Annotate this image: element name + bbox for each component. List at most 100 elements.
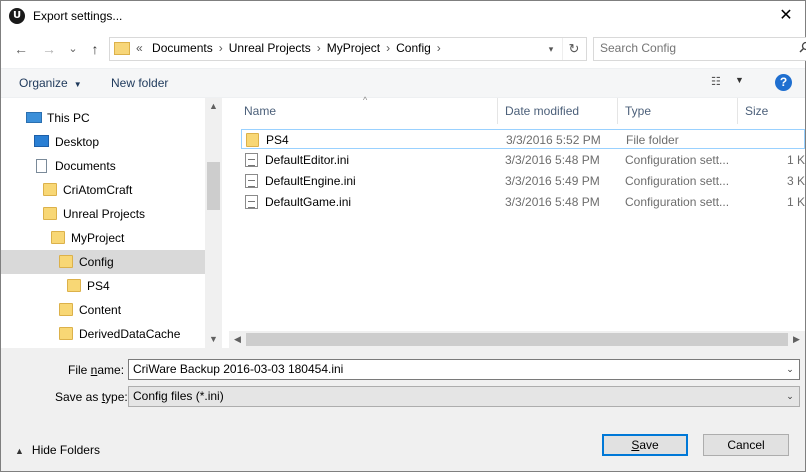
up-button[interactable]: ↑ (85, 39, 105, 59)
search-input[interactable] (600, 41, 780, 55)
navigation-pane-scrollbar[interactable]: ▲ ▼ (205, 98, 222, 348)
file-name-field[interactable] (133, 362, 773, 376)
file-name-combobox[interactable]: ⌄ (128, 359, 800, 380)
file-size: 1 KB (787, 153, 806, 167)
breadcrumb-unreal-projects[interactable]: Unreal Projects (229, 41, 311, 55)
file-name: DefaultEngine.ini (265, 174, 356, 188)
export-settings-dialog: U Export settings... ✕ ← → ⌄ ↑ « Documen… (0, 0, 806, 472)
column-divider[interactable] (737, 98, 738, 124)
scroll-right-icon[interactable]: ▶ (788, 331, 805, 348)
file-name: PS4 (266, 133, 289, 147)
nav-item-content[interactable]: Content (1, 298, 205, 322)
save-as-type-label: Save as type: (55, 390, 128, 404)
refresh-button[interactable]: ↻ (562, 38, 585, 60)
organize-button[interactable]: Organize ▼ (19, 76, 82, 90)
nav-item-label: This PC (47, 111, 90, 125)
column-header-name[interactable]: Name (244, 98, 276, 124)
folder-icon (246, 133, 259, 147)
nav-item-documents[interactable]: Documents (1, 154, 205, 178)
cancel-button[interactable]: Cancel (703, 434, 789, 456)
file-type: Configuration sett... (625, 153, 730, 167)
file-name: DefaultEditor.ini (265, 153, 350, 167)
folder-icon (59, 255, 73, 268)
column-divider[interactable] (497, 98, 498, 124)
column-header-size[interactable]: Size (745, 98, 768, 124)
column-header-date-modified[interactable]: Date modified (505, 98, 579, 124)
file-list-horizontal-scrollbar[interactable]: ◀ ▶ (229, 331, 805, 348)
config-file-icon (245, 174, 258, 188)
nav-item-label: Content (79, 303, 122, 317)
folder-icon (43, 183, 57, 196)
chevron-right-icon[interactable]: › (213, 41, 229, 55)
close-button[interactable]: ✕ (769, 3, 803, 29)
recent-locations-button[interactable]: ⌄ (63, 39, 83, 59)
address-bar[interactable]: « Documents › Unreal Projects › MyProject › Co… (109, 37, 587, 61)
navigation-pane: This PC Desktop Documents CriAtomCraft U… (1, 98, 221, 348)
computer-icon (26, 112, 42, 123)
nav-item-desktop[interactable]: Desktop (1, 130, 205, 154)
help-icon[interactable]: ? (775, 74, 792, 91)
file-name: DefaultGame.ini (265, 195, 352, 209)
file-row-ps4[interactable]: PS4 3/3/2016 5:52 PM File folder (241, 129, 805, 149)
folder-icon (59, 327, 73, 340)
file-name-label: File name: (68, 363, 125, 377)
folder-icon (114, 42, 130, 55)
chevron-up-icon: ▲ (15, 446, 24, 456)
file-date: 3/3/2016 5:49 PM (505, 174, 600, 188)
column-divider[interactable] (617, 98, 618, 124)
nav-item-label: Documents (55, 159, 116, 173)
forward-button[interactable]: → (39, 39, 59, 59)
chevron-right-icon[interactable]: › (431, 41, 447, 55)
folder-icon (67, 279, 81, 292)
save-button[interactable]: Save (602, 434, 688, 456)
file-row-defaultengine[interactable]: DefaultEngine.ini 3/3/2016 5:49 PM Confi… (241, 171, 806, 191)
chevron-down-icon[interactable]: ⌄ (781, 387, 799, 406)
address-dropdown-button[interactable]: ▾ (540, 38, 562, 60)
nav-item-config[interactable]: Config (1, 250, 205, 274)
breadcrumb: « Documents › Unreal Projects › MyProject › Co… (136, 41, 447, 55)
nav-item-label: Unreal Projects (63, 207, 146, 221)
change-view-icon[interactable]: ☷ (711, 75, 727, 89)
search-icon[interactable] (796, 40, 806, 58)
scroll-up-icon[interactable]: ▲ (205, 98, 222, 115)
nav-item-label: MyProject (71, 231, 125, 245)
chevron-down-icon[interactable]: ⌄ (781, 360, 799, 379)
scroll-left-icon[interactable]: ◀ (229, 331, 246, 348)
breadcrumb-myproject[interactable]: MyProject (327, 41, 380, 55)
sort-ascending-icon: ^ (363, 95, 368, 105)
config-file-icon (245, 153, 258, 167)
scroll-down-icon[interactable]: ▼ (205, 331, 222, 348)
hide-folders-label: Hide Folders (31, 443, 100, 457)
nav-item-label: DerivedDataCache (79, 327, 181, 341)
chevron-right-icon[interactable]: › (380, 41, 396, 55)
documents-icon (36, 159, 47, 173)
title-bar: U Export settings... ✕ (1, 1, 805, 33)
config-file-icon (245, 195, 258, 209)
new-folder-button[interactable]: New folder (111, 76, 168, 90)
back-button[interactable]: ← (11, 39, 31, 59)
nav-item-myproject[interactable]: MyProject (1, 226, 205, 250)
view-options-caret[interactable]: ▼ (735, 75, 744, 85)
file-row-defaultgame[interactable]: DefaultGame.ini 3/3/2016 5:48 PM Configu… (241, 192, 806, 212)
nav-item-this-pc[interactable]: This PC (1, 106, 205, 130)
breadcrumb-overflow[interactable]: « (136, 41, 143, 55)
file-size: 1 KB (787, 195, 806, 209)
chevron-right-icon[interactable]: › (311, 41, 327, 55)
window-title: Export settings... (33, 9, 123, 23)
scrollbar-thumb[interactable] (207, 162, 220, 210)
file-type: Configuration sett... (625, 195, 730, 209)
file-row-defaulteditor[interactable]: DefaultEditor.ini 3/3/2016 5:48 PM Confi… (241, 150, 806, 170)
nav-item-criatomcraft[interactable]: CriAtomCraft (1, 178, 205, 202)
nav-item-label: PS4 (87, 279, 110, 293)
save-as-type-select[interactable]: Config files (*.ini) ⌄ (128, 386, 800, 407)
search-box[interactable] (593, 37, 806, 61)
hide-folders-button[interactable]: ▲ Hide Folders (15, 443, 100, 457)
nav-item-deriveddatacache[interactable]: DerivedDataCache (1, 322, 205, 346)
scrollbar-thumb[interactable] (246, 333, 788, 346)
column-header-type[interactable]: Type (625, 98, 651, 124)
breadcrumb-documents[interactable]: Documents (152, 41, 213, 55)
nav-item-ps4[interactable]: PS4 (1, 274, 205, 298)
breadcrumb-config[interactable]: Config (396, 41, 431, 55)
nav-item-unreal-projects[interactable]: Unreal Projects (1, 202, 205, 226)
desktop-icon (34, 135, 49, 147)
